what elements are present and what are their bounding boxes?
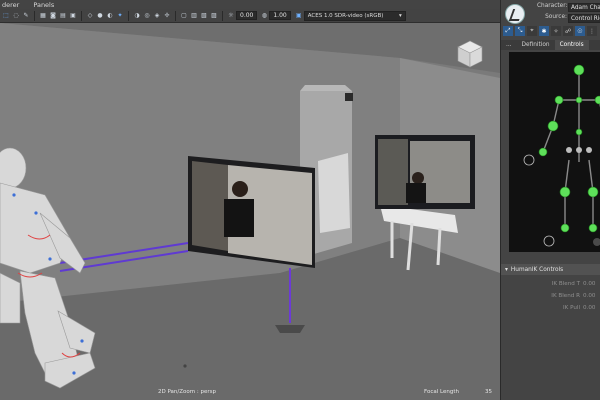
textured-icon[interactable]: ◐ — [106, 11, 114, 20]
viewport-toolbar: ⬚ ◌ ✎ ▦ ◙ ▤ ▣ ◇ ● ◐ ✦ ◑ ◎ ◈ ✢ ▢ ▥ ▧ ▨ ☼ … — [0, 9, 500, 23]
figure-hand-left-icon — [523, 154, 535, 166]
chevron-down-icon: ▾ — [398, 12, 402, 19]
toolbar-divider — [222, 10, 223, 21]
resolution-gate-icon[interactable]: ▢ — [180, 11, 188, 20]
white-chair — [318, 153, 350, 233]
focal-length-label: Focal Length — [424, 389, 459, 395]
camera-name-hud: 2D Pan/Zoom : persp — [158, 389, 216, 395]
gate-mask-icon[interactable]: ▥ — [190, 11, 198, 20]
field-chart-icon[interactable]: ▧ — [200, 11, 208, 20]
paint-icon[interactable]: ✎ — [22, 11, 30, 20]
view-cube[interactable] — [454, 39, 486, 69]
source-dropdown[interactable]: Control Rig — [568, 14, 600, 23]
pillar-top — [300, 85, 352, 91]
ik-blend-t-row[interactable]: IK Blend T 0.00 — [501, 278, 600, 289]
selection-icon[interactable]: ⌖ — [527, 26, 537, 36]
character-dropdown[interactable]: Adam Chara — [568, 3, 600, 12]
3d-viewport[interactable]: 2D Pan/Zoom : persp Focal Length 35 — [0, 23, 500, 400]
ik-blend-r-row[interactable]: IK Blend R 0.00 — [501, 290, 600, 301]
light-fixture — [345, 93, 353, 101]
light-icon[interactable]: ✦ — [116, 11, 124, 20]
figure-foot-right-icon — [593, 238, 600, 246]
tab-controls[interactable]: Controls — [554, 40, 589, 50]
gamma-icon[interactable]: ◍ — [260, 11, 268, 20]
select-icon[interactable]: ⬚ — [2, 11, 10, 20]
scene-render — [0, 23, 500, 400]
humanik-toolbar: ⤢ ⤡ ⌖ ✱ ✧ ☍ ☉ ⋮ — [503, 26, 597, 36]
section-title: HumanIK Controls — [510, 266, 564, 273]
figure-foot-left-icon — [543, 235, 555, 247]
pin-none-icon[interactable]: ☉ — [575, 26, 585, 36]
body-part-icon[interactable]: ⤡ — [515, 26, 525, 36]
more-icon[interactable]: ⋮ — [587, 26, 597, 36]
pivot-point — [183, 364, 187, 368]
xray-icon[interactable]: ◈ — [153, 11, 161, 20]
image-plane-front — [188, 156, 315, 268]
image-plane-back — [375, 135, 475, 209]
character-label: Character: — [537, 3, 568, 9]
toolbar-divider — [34, 10, 35, 21]
tab-menu[interactable]: ... — [501, 40, 517, 50]
bookmark-icon[interactable]: ▤ — [59, 11, 67, 20]
toolbar-divider — [81, 10, 82, 21]
collapse-arrow-icon: ▾ — [505, 266, 508, 273]
humanik-tabs: ... Definition Controls — [501, 40, 600, 50]
ik-pull-value[interactable]: 0.00 — [583, 305, 595, 311]
ik-blend-t-label: IK Blend T — [551, 280, 580, 287]
ik-blend-t-value[interactable]: 0.00 — [583, 281, 595, 287]
ik-pull-label: IK Pull — [562, 304, 580, 311]
smooth-shade-icon[interactable]: ● — [96, 11, 104, 20]
full-body-icon[interactable]: ⤢ — [503, 26, 513, 36]
shadow-icon[interactable]: ◑ — [133, 11, 141, 20]
ik-blend-r-value[interactable]: 0.00 — [583, 293, 595, 299]
toolbar-divider — [128, 10, 129, 21]
color-management-icon[interactable]: ▣ — [295, 11, 303, 20]
pin-translate-icon[interactable]: ✱ — [539, 26, 549, 36]
figure-grey-controllers — [566, 147, 592, 153]
ik-pull-row[interactable]: IK Pull 0.00 — [501, 302, 600, 313]
stand-base — [275, 325, 305, 333]
gamma-field[interactable]: 1.00 — [269, 11, 291, 20]
color-space-label: ACES 1.0 SDR-video (sRGB) — [307, 12, 384, 19]
ik-blend-r-label: IK Blend R — [551, 292, 580, 299]
exposure-icon[interactable]: ☼ — [227, 11, 235, 20]
isolate-icon[interactable]: ◎ — [143, 11, 151, 20]
focal-length-value: 35 — [485, 389, 492, 395]
humanik-controls-section[interactable]: ▾ HumanIK Controls — [501, 264, 600, 275]
camera-icon[interactable]: ◙ — [49, 11, 57, 20]
menu-item-renderer[interactable]: derer — [2, 1, 19, 9]
xray-joints-icon[interactable]: ✢ — [163, 11, 171, 20]
pin-rotate-icon[interactable]: ✧ — [551, 26, 561, 36]
menu-bar: derer Panels — [0, 0, 500, 9]
humanik-panel: Character: Adam Chara Source: Control Ri… — [500, 0, 600, 400]
menu-item-panels[interactable]: Panels — [33, 1, 54, 9]
lasso-icon[interactable]: ◌ — [12, 11, 20, 20]
humanik-logo-icon — [505, 4, 525, 24]
source-label: Source: — [545, 14, 567, 20]
toolbar-divider — [175, 10, 176, 21]
pin-both-icon[interactable]: ☍ — [563, 26, 573, 36]
humanik-figure-view[interactable] — [509, 52, 600, 252]
exposure-field[interactable]: 0.00 — [236, 11, 258, 20]
tab-definition[interactable]: Definition — [517, 40, 555, 50]
chair-leg — [436, 227, 442, 266]
film-icon[interactable]: ▣ — [69, 11, 77, 20]
wireframe-icon[interactable]: ◇ — [86, 11, 94, 20]
safe-action-icon[interactable]: ▨ — [210, 11, 218, 20]
color-space-dropdown[interactable]: ACES 1.0 SDR-video (sRGB) ▾ — [303, 10, 406, 21]
grid-icon[interactable]: ▦ — [39, 11, 47, 20]
